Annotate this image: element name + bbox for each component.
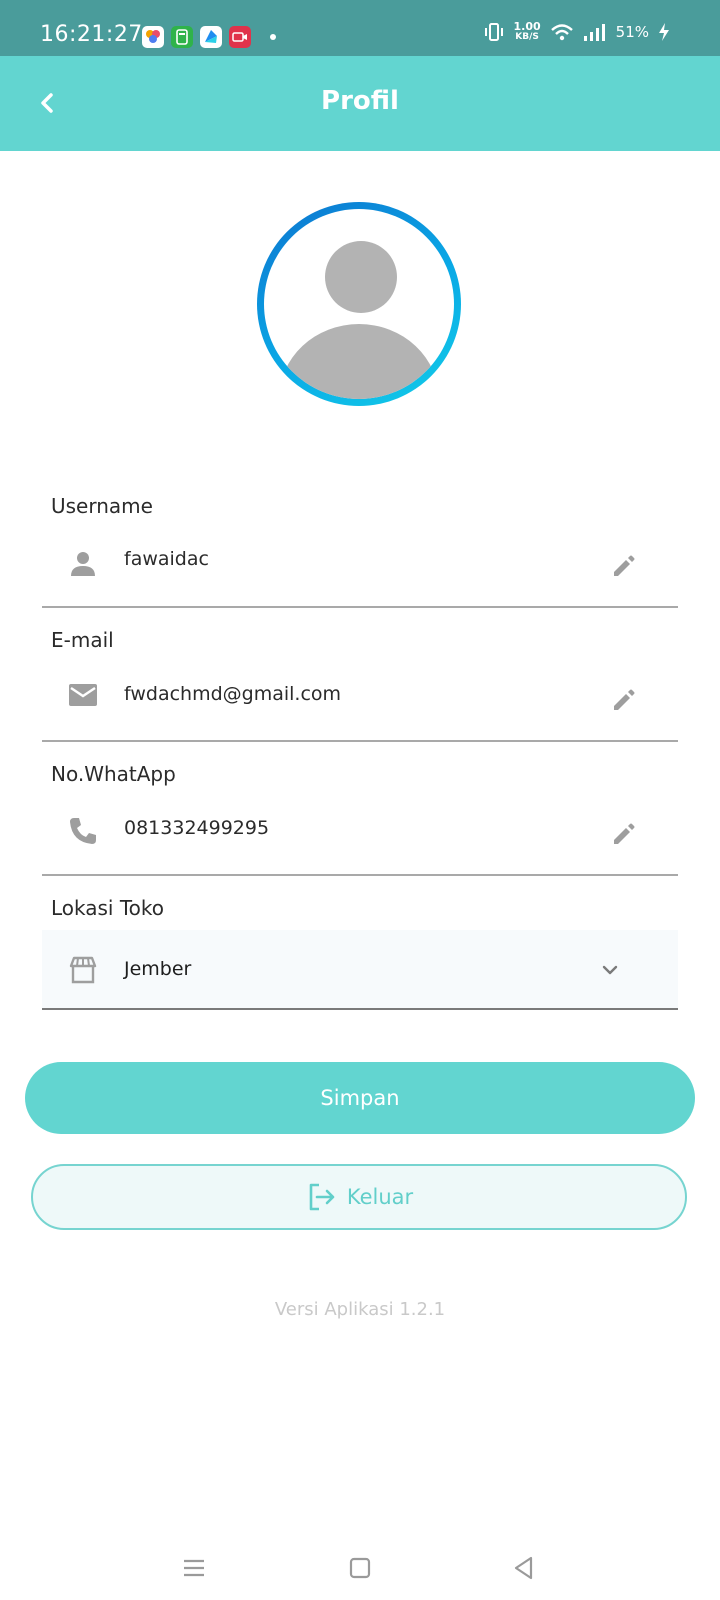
back-triangle-icon[interactable]: [510, 1554, 538, 1582]
whatsapp-label: No.WhatApp: [51, 762, 176, 786]
store-icon: [69, 956, 97, 984]
chevron-down-icon[interactable]: [598, 958, 622, 982]
logout-button[interactable]: Keluar: [31, 1164, 687, 1230]
username-value: fawaidac: [124, 548, 209, 570]
menu-icon[interactable]: [180, 1554, 208, 1582]
calculator-icon: [171, 26, 193, 48]
screen-recorder-icon: [229, 26, 251, 48]
save-button[interactable]: Simpan: [25, 1062, 695, 1134]
mail-icon: [69, 684, 97, 706]
username-field[interactable]: fawaidac: [42, 518, 678, 608]
more-notifications-dot: [270, 34, 276, 40]
edit-email-icon[interactable]: [608, 684, 640, 716]
store-location-label: Lokasi Toko: [51, 896, 165, 920]
store-location-value: Jember: [124, 958, 192, 980]
edit-whatsapp-icon[interactable]: [608, 818, 640, 850]
username-label: Username: [51, 494, 153, 518]
status-right: 1.00 KB/S 51%: [483, 20, 670, 42]
logout-label: Keluar: [346, 1185, 414, 1209]
email-field[interactable]: fwdachmd@gmail.com: [42, 652, 678, 742]
phone-icon: [70, 818, 96, 844]
photos-icon: [142, 26, 164, 48]
app-version: Versi Aplikasi 1.2.1: [274, 1299, 446, 1320]
home-icon[interactable]: [346, 1554, 374, 1582]
signal-icon: [583, 24, 605, 41]
whatsapp-value: 081332499295: [124, 817, 270, 839]
whatsapp-field[interactable]: 081332499295: [42, 786, 678, 876]
person-icon: [71, 552, 95, 576]
status-time: 16:21:27: [40, 22, 143, 47]
email-label: E-mail: [51, 628, 114, 652]
avatar[interactable]: [257, 202, 461, 406]
avatar-placeholder: [264, 209, 454, 399]
browser-icon: [200, 26, 222, 48]
status-bar: 16:21:27 1.00 KB/S 51%: [0, 0, 720, 56]
net-speed: 1.00 KB/S: [513, 20, 541, 42]
charging-icon: [659, 23, 669, 41]
wifi-icon: [550, 24, 573, 41]
battery-level: 51%: [615, 23, 649, 41]
avatar-head-shape: [325, 241, 397, 313]
store-location-select[interactable]: Jember: [42, 930, 678, 1010]
notification-icons: [142, 26, 276, 48]
system-nav-bar: [0, 1530, 720, 1600]
avatar-body-shape: [279, 324, 439, 399]
logout-icon: [309, 1183, 335, 1211]
page-title: Profil: [321, 86, 399, 116]
edit-username-icon[interactable]: [608, 550, 640, 582]
vibrate-icon: [484, 23, 503, 41]
email-value: fwdachmd@gmail.com: [124, 683, 342, 705]
app-bar: Profil: [0, 56, 720, 151]
